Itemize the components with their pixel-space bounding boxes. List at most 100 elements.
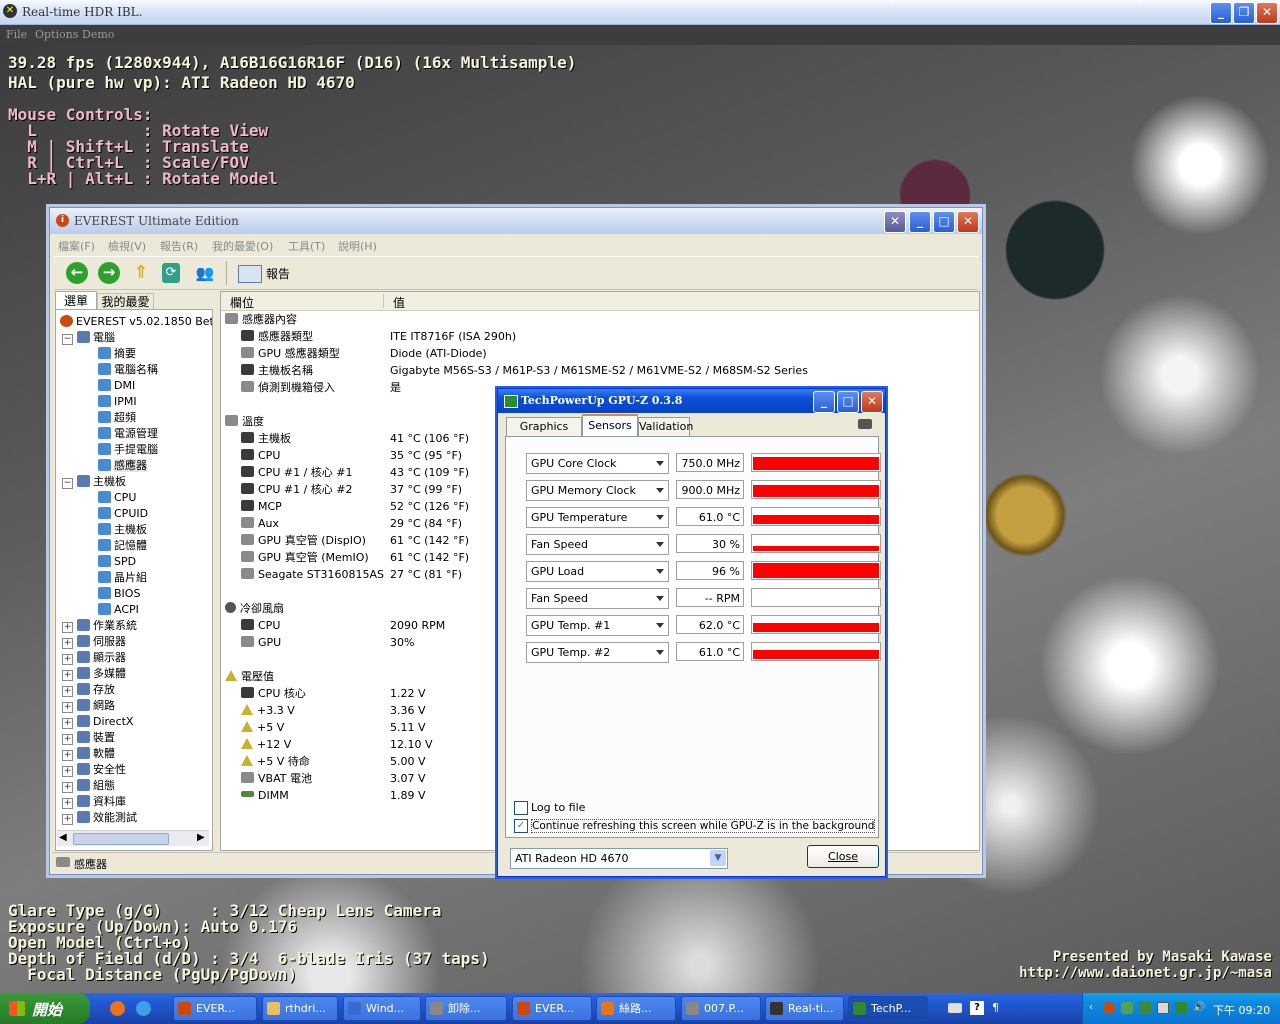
chevron-down-icon[interactable] xyxy=(656,596,664,601)
tray-monitor-icon[interactable] xyxy=(1157,1002,1169,1014)
menu-demo[interactable]: Demo xyxy=(82,28,114,41)
taskbar-button[interactable]: Wind... xyxy=(343,996,421,1021)
sensor-name-select[interactable]: GPU Temperature xyxy=(526,507,669,528)
column-field-header[interactable]: 欄位 xyxy=(230,294,254,311)
up-icon[interactable]: ⇑ xyxy=(132,262,150,284)
collapse-icon[interactable]: − xyxy=(62,478,73,489)
camera-icon[interactable] xyxy=(858,419,872,429)
expand-icon[interactable]: + xyxy=(62,622,73,633)
tree-item[interactable]: CPU xyxy=(98,490,136,506)
tab-validation[interactable]: Validation xyxy=(638,417,693,436)
tree-item[interactable]: + 網路 xyxy=(62,698,115,714)
chevron-down-icon[interactable]: ▼ xyxy=(710,850,726,866)
taskbar-button[interactable]: EVER... xyxy=(173,996,257,1021)
tree-item[interactable]: BIOS xyxy=(98,586,140,602)
expand-icon[interactable]: + xyxy=(62,750,73,761)
scroll-thumb[interactable] xyxy=(73,833,169,845)
tree-item[interactable]: + 軟體 xyxy=(62,746,115,762)
everest-minimize-button[interactable]: _ xyxy=(909,211,931,233)
menu-view[interactable]: 檢視(V) xyxy=(108,238,146,254)
tray-gpuz-icon[interactable] xyxy=(1175,1002,1187,1014)
tree-item[interactable]: 摘要 xyxy=(98,346,136,362)
app-title-bar[interactable]: ✕ Real-time HDR IBL. _ ❐ ✕ xyxy=(0,0,1280,25)
continue-refresh-checkbox[interactable]: ✓ xyxy=(514,819,528,833)
menu-favorites[interactable]: 我的最愛(O) xyxy=(212,238,273,254)
forward-icon[interactable]: → xyxy=(98,262,120,284)
tab-graphics-card[interactable]: Graphics Card xyxy=(506,417,582,451)
chevron-down-icon[interactable] xyxy=(656,623,664,628)
chevron-down-icon[interactable] xyxy=(656,461,664,466)
gpuz-close-button[interactable]: ✕ xyxy=(861,391,883,413)
expand-icon[interactable]: + xyxy=(62,734,73,745)
taskbar-button[interactable]: 007.P... xyxy=(681,996,761,1021)
users-icon[interactable]: 👥 xyxy=(194,263,216,283)
tree-item[interactable]: 感應器 xyxy=(98,458,147,474)
tree-hscrollbar[interactable]: ◀ ▶ xyxy=(57,830,209,846)
expand-icon[interactable]: + xyxy=(62,798,73,809)
chevron-down-icon[interactable] xyxy=(656,515,664,520)
sensor-name-select[interactable]: GPU Core Clock xyxy=(526,453,669,474)
tree-item[interactable]: + 存放 xyxy=(62,682,115,698)
sensor-name-select[interactable]: GPU Temp. #2 xyxy=(526,642,669,663)
expand-icon[interactable]: + xyxy=(62,670,73,681)
taskbar-button[interactable]: rthdri... xyxy=(262,996,338,1021)
tree-item[interactable]: 超頻 xyxy=(98,410,136,426)
collapse-icon[interactable]: − xyxy=(62,334,73,345)
tree-item[interactable]: + 伺服器 xyxy=(62,634,126,650)
expand-icon[interactable]: + xyxy=(62,766,73,777)
sensor-row[interactable]: GPU 感應器類型 Diode (ATI-Diode) xyxy=(241,345,971,362)
minimize-button[interactable]: _ xyxy=(1210,2,1232,24)
report-icon[interactable] xyxy=(238,265,262,283)
taskbar-button[interactable]: TechP... xyxy=(848,996,928,1021)
gpuz-minimize-button[interactable]: _ xyxy=(813,391,835,413)
chevron-down-icon[interactable] xyxy=(656,542,664,547)
help-icon[interactable]: ? xyxy=(970,1001,984,1015)
expand-icon[interactable]: + xyxy=(62,718,73,729)
tray-network-icon[interactable] xyxy=(1139,1002,1151,1014)
sensor-name-select[interactable]: GPU Temp. #1 xyxy=(526,615,669,636)
scroll-right-icon[interactable]: ▶ xyxy=(197,832,205,843)
expand-icon[interactable]: + xyxy=(62,686,73,697)
menu-tools[interactable]: 工具(T) xyxy=(288,238,325,254)
tab-menu[interactable]: 選單 xyxy=(55,291,97,310)
everest-close-button[interactable]: ✕ xyxy=(957,211,979,233)
tree-item[interactable]: + 資料庫 xyxy=(62,794,126,810)
tree-item[interactable]: + 效能測試 xyxy=(62,810,137,826)
sensor-name-select[interactable]: GPU Memory Clock xyxy=(526,480,669,501)
back-icon[interactable]: ← xyxy=(66,262,88,284)
sensor-name-select[interactable]: GPU Load xyxy=(526,561,669,582)
tree-item[interactable]: ACPI xyxy=(98,602,139,618)
notes-icon[interactable]: ¶ xyxy=(992,1001,1002,1015)
taskbar-button[interactable]: 絲路... xyxy=(596,996,676,1021)
column-value-header[interactable]: 值 xyxy=(393,294,405,311)
tab-favorites[interactable]: 我的最愛 xyxy=(97,293,154,310)
close-button[interactable]: Close xyxy=(807,845,879,868)
expand-icon[interactable]: + xyxy=(62,638,73,649)
expand-icon[interactable]: + xyxy=(62,814,73,825)
expand-icon[interactable]: + xyxy=(62,782,73,793)
sensor-name-select[interactable]: Fan Speed xyxy=(526,588,669,609)
tree-item[interactable]: 主機板 xyxy=(98,522,147,538)
chevron-down-icon[interactable] xyxy=(656,569,664,574)
tree-item[interactable]: SPD xyxy=(98,554,136,570)
menu-file[interactable]: File xyxy=(6,28,27,41)
tree-item[interactable]: + DirectX xyxy=(62,714,133,730)
tree-item[interactable]: − 主機板 xyxy=(62,474,126,490)
chevron-down-icon[interactable] xyxy=(656,488,664,493)
tray-shield-icon[interactable] xyxy=(1121,1002,1133,1014)
tree-item[interactable]: CPUID xyxy=(98,506,148,522)
tree-item[interactable]: EVEREST v5.02.1850 Beta xyxy=(60,314,212,330)
menu-report[interactable]: 報告(R) xyxy=(160,238,198,254)
tray-expand-icon[interactable]: ‹ xyxy=(1089,1002,1099,1014)
refresh-icon[interactable]: ⟳ xyxy=(162,263,180,283)
tree-item[interactable]: + 組態 xyxy=(62,778,115,794)
sensor-name-select[interactable]: Fan Speed xyxy=(526,534,669,555)
menu-file[interactable]: 檔案(F) xyxy=(58,238,95,254)
tree-item[interactable]: 電源管理 xyxy=(98,426,158,442)
gpuz-maximize-button[interactable]: □ xyxy=(837,391,859,413)
tree-item[interactable]: IPMI xyxy=(98,394,137,410)
everest-maximize-button[interactable]: □ xyxy=(933,211,955,233)
report-button[interactable]: 報告 xyxy=(266,265,290,282)
keyboard-icon[interactable] xyxy=(948,1003,962,1013)
maximize-button[interactable]: ❐ xyxy=(1233,2,1255,24)
